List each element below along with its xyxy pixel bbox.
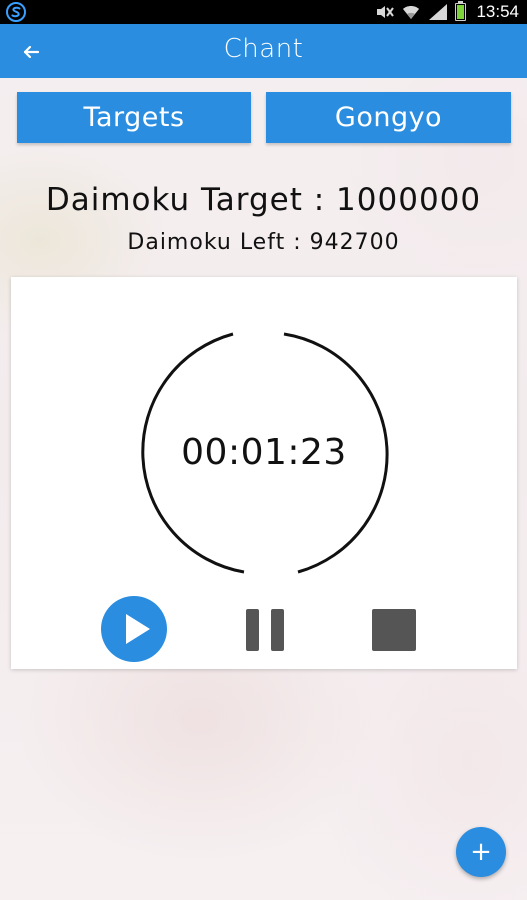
targets-button[interactable]: Targets <box>17 92 251 143</box>
pause-bar <box>246 609 259 651</box>
pause-icon[interactable] <box>246 609 284 651</box>
sync-s-icon <box>6 2 26 22</box>
stop-icon[interactable] <box>372 609 416 651</box>
mute-icon <box>377 6 395 18</box>
app-bar: Chant <box>0 24 527 78</box>
wifi-icon <box>403 6 420 19</box>
battery-level <box>457 5 465 19</box>
play-icon[interactable] <box>98 595 170 663</box>
add-fab-button[interactable]: + <box>456 827 506 877</box>
timer-card: 00:01:23 <box>11 277 517 669</box>
signal-icon <box>429 4 448 20</box>
plus-icon: + <box>470 837 492 867</box>
daimoku-target: Daimoku Target : 1000000 <box>45 182 482 218</box>
timer-display: 00:01:23 <box>181 432 347 473</box>
battery-icon <box>455 1 467 21</box>
daimoku-left: Daimoku Left : 942700 <box>127 230 400 255</box>
status-bar: 13:54 <box>0 0 527 24</box>
pause-bar <box>271 609 284 651</box>
page-title: Chant <box>223 34 304 64</box>
status-time: 13:54 <box>476 2 519 21</box>
gongyo-button[interactable]: Gongyo <box>266 92 511 143</box>
